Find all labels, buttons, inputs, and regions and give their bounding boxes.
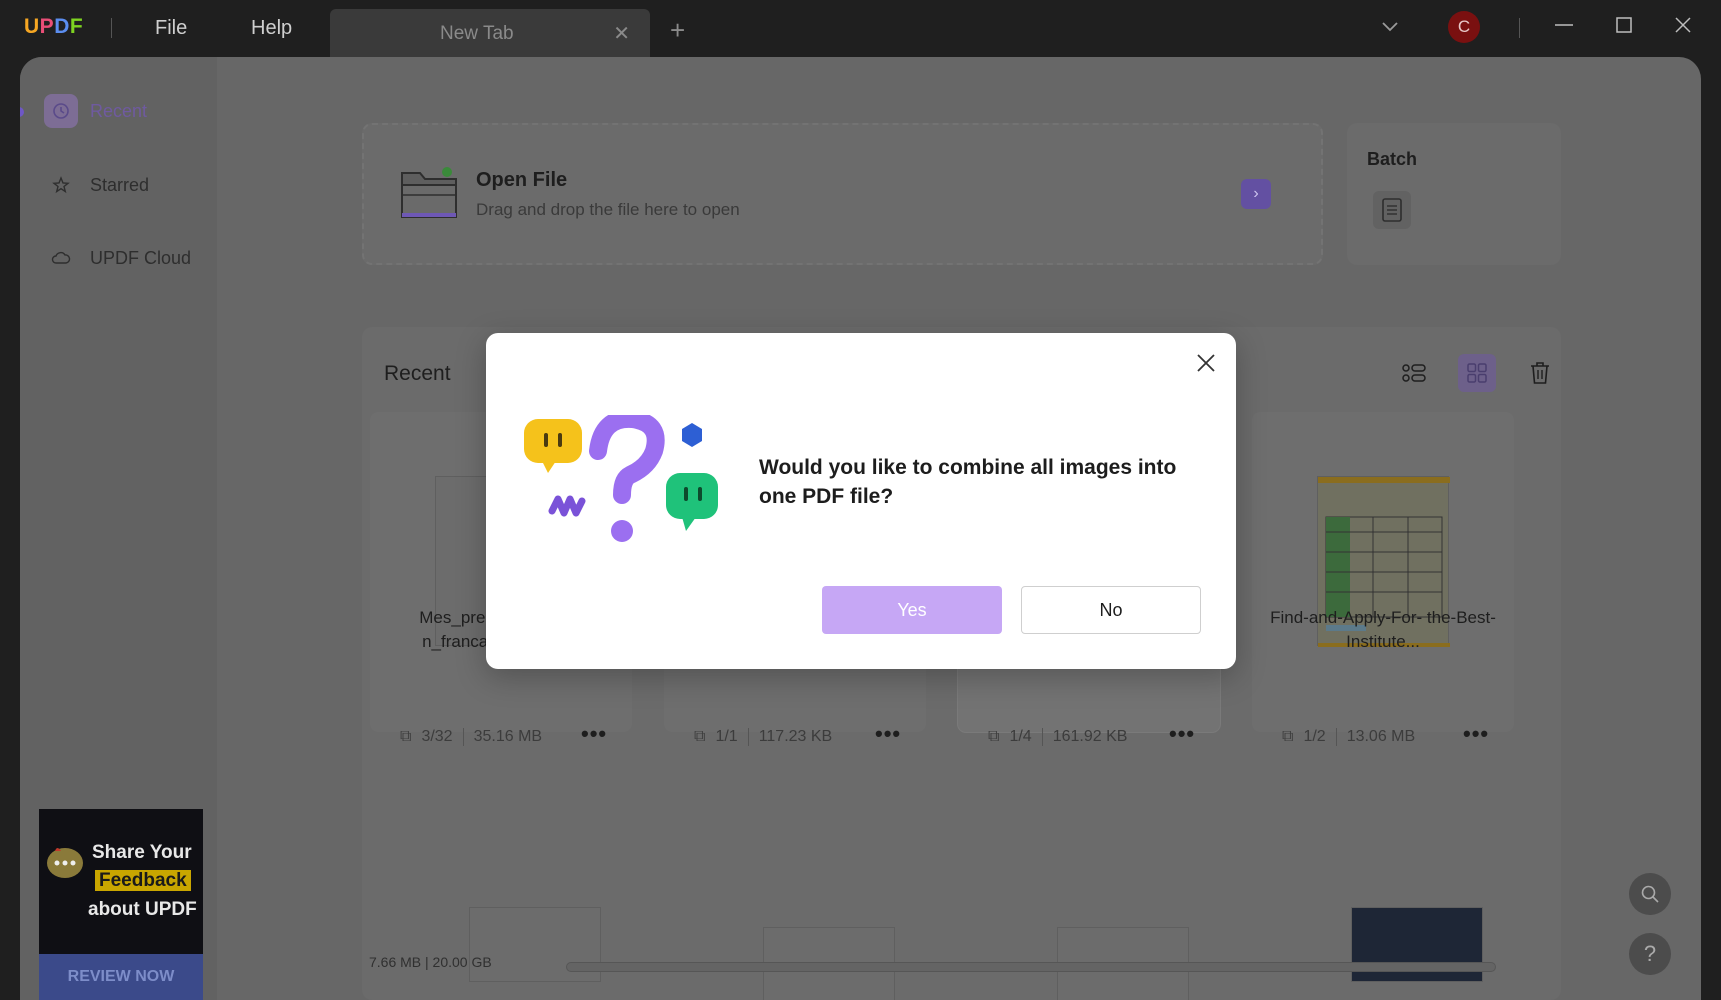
file-meta: ⧉ 1/2 13.06 MB xyxy=(1282,728,1415,746)
pages-icon: ⧉ xyxy=(400,728,412,745)
file-meta: ⧉ 1/4 161.92 KB xyxy=(988,728,1127,746)
file-pages: 3/32 xyxy=(421,728,453,745)
feedback-promo[interactable]: Share Your Feedback about UPDF REVIEW NO… xyxy=(39,809,203,1000)
menu-help[interactable]: Help xyxy=(251,17,292,40)
yes-button[interactable]: Yes xyxy=(822,586,1002,634)
file-pages: 1/1 xyxy=(715,728,738,745)
titlebar-divider xyxy=(1519,18,1520,38)
recent-heading: Recent xyxy=(384,362,451,385)
storage-usage: 7.66 MB | 20.00 GB xyxy=(369,954,492,970)
clock-icon xyxy=(44,94,78,128)
storage-bar xyxy=(566,962,1496,972)
help-icon[interactable]: ? xyxy=(1629,933,1671,975)
tab-close-icon[interactable]: ✕ xyxy=(613,21,630,46)
maximize-icon[interactable] xyxy=(1613,14,1635,41)
sidebar: Recent Starred UPDF Cloud Share Your Fee… xyxy=(20,57,217,1000)
meta-divider xyxy=(747,728,749,746)
chevron-right-icon[interactable]: › xyxy=(1241,179,1271,209)
file-meta: ⧉ 1/1 117.23 KB xyxy=(694,728,832,746)
menu-file[interactable]: File xyxy=(155,17,187,40)
star-icon xyxy=(44,168,78,202)
sidebar-item-label: Recent xyxy=(90,100,148,121)
file-pages: 1/4 xyxy=(1009,728,1032,745)
avatar[interactable]: C xyxy=(1448,11,1480,43)
active-indicator xyxy=(20,107,24,117)
cloud-icon xyxy=(44,241,78,275)
dialog-question: Would you like to combine all images int… xyxy=(759,456,1177,508)
sidebar-item-updf-cloud[interactable]: UPDF Cloud xyxy=(44,238,204,278)
list-view-icon[interactable] xyxy=(1395,354,1433,392)
more-options-icon[interactable]: ••• xyxy=(581,721,607,747)
file-size: 13.06 MB xyxy=(1346,728,1416,745)
pages-icon: ⧉ xyxy=(1282,728,1294,745)
tab-label: New Tab xyxy=(440,23,514,44)
open-file-subtitle: Drag and drop the file here to open xyxy=(476,200,740,219)
search-icon[interactable] xyxy=(1629,873,1671,915)
batch-document-icon[interactable] xyxy=(1373,191,1411,229)
pages-icon: ⧉ xyxy=(988,728,1000,745)
sidebar-item-label: Starred xyxy=(90,174,150,195)
file-meta: ⧉ 3/32 35.16 MB xyxy=(400,728,542,746)
more-options-icon[interactable]: ••• xyxy=(875,721,901,747)
sidebar-item-starred[interactable]: Starred xyxy=(44,165,204,205)
meta-divider xyxy=(1041,728,1043,746)
trash-icon[interactable] xyxy=(1521,354,1559,392)
sidebar-item-recent[interactable]: Recent xyxy=(44,91,204,131)
sidebar-item-label: UPDF Cloud xyxy=(90,247,192,268)
file-card[interactable] xyxy=(1252,412,1514,732)
file-size: 35.16 MB xyxy=(473,728,543,745)
file-size: 117.23 KB xyxy=(758,728,833,745)
promo-line-2: Feedback xyxy=(95,870,191,891)
batch-card: Batch xyxy=(1347,123,1561,265)
minimize-icon[interactable] xyxy=(1553,14,1575,41)
file-size: 161.92 KB xyxy=(1052,728,1128,745)
chat-bubble-icon xyxy=(45,843,87,892)
titlebar-divider xyxy=(111,18,112,38)
review-now-button[interactable]: REVIEW NOW xyxy=(39,954,203,1000)
tab-new-tab[interactable]: New Tab ✕ xyxy=(330,9,650,57)
add-tab-icon[interactable]: + xyxy=(670,17,685,43)
promo-line-2-wrap: Feedback xyxy=(95,870,191,892)
meta-divider xyxy=(462,728,464,746)
close-window-icon[interactable] xyxy=(1672,14,1694,41)
open-file-title: Open File xyxy=(476,169,568,191)
file-name: Find-and-Apply-For- the-Best-Institute..… xyxy=(1270,608,1496,651)
meta-divider xyxy=(1335,728,1337,746)
no-button[interactable]: No xyxy=(1021,586,1201,634)
combine-images-dialog: Would you like to combine all images int… xyxy=(486,333,1236,669)
pages-icon: ⧉ xyxy=(694,728,706,745)
open-file-dropzone[interactable]: Open File Drag and drop the file here to… xyxy=(362,123,1323,265)
updf-logo: UPDF xyxy=(24,15,84,38)
title-bar: UPDF File Help New Tab ✕ + C xyxy=(0,0,1721,57)
folder-icon xyxy=(400,165,458,224)
batch-title: Batch xyxy=(1367,149,1418,169)
chevron-down-icon[interactable] xyxy=(1380,16,1400,41)
more-options-icon[interactable]: ••• xyxy=(1463,721,1489,747)
more-options-icon[interactable]: ••• xyxy=(1169,721,1195,747)
close-icon[interactable] xyxy=(1194,351,1218,375)
grid-view-icon[interactable] xyxy=(1458,354,1496,392)
question-illustration xyxy=(522,409,722,555)
file-pages: 1/2 xyxy=(1303,728,1326,745)
promo-line-3: about UPDF xyxy=(88,899,197,920)
promo-line-1: Share Your xyxy=(92,842,192,863)
